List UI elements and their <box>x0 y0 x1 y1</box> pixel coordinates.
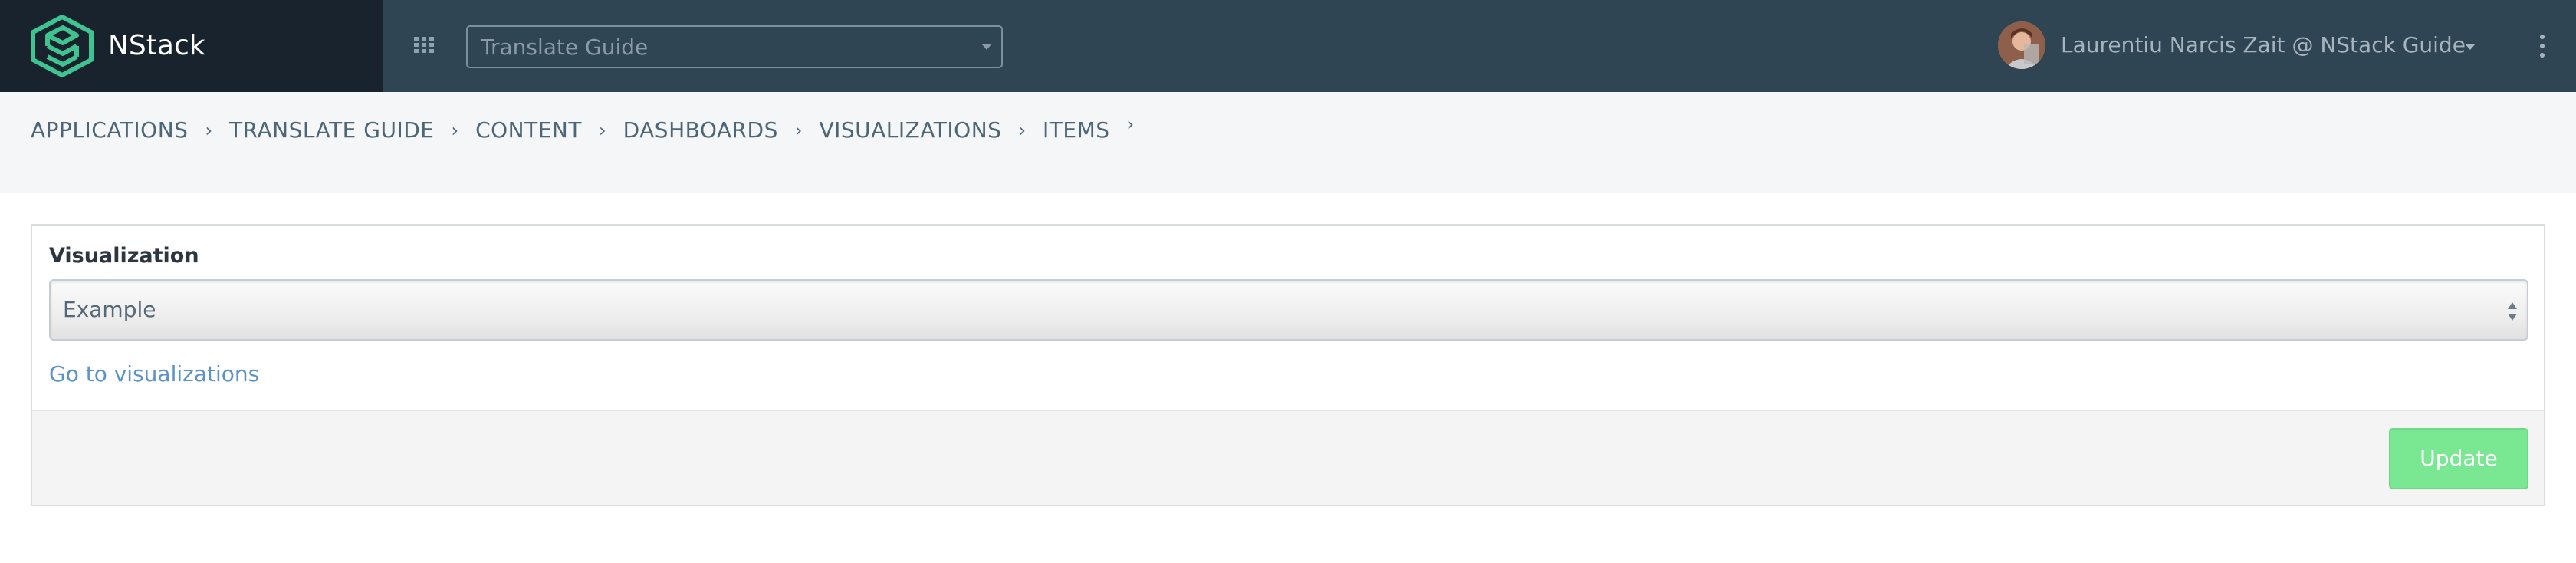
avatar-image <box>1998 21 2045 69</box>
breadcrumb-content[interactable]: CONTENT <box>475 115 582 146</box>
application-selector[interactable]: Translate Guide <box>466 25 1003 68</box>
visualization-form-panel: Visualization Example Go to visualizatio… <box>31 224 2545 506</box>
form-footer: Update <box>32 410 2544 505</box>
breadcrumb-items[interactable]: ITEMS <box>1043 115 1109 146</box>
breadcrumb: APPLICATIONS › TRANSLATE GUIDE › CONTENT… <box>31 114 1151 146</box>
avatar <box>1998 21 2045 69</box>
breadcrumb-separator: › <box>1018 120 1027 141</box>
breadcrumb-separator: › <box>1126 114 1135 135</box>
breadcrumb-separator: › <box>598 120 606 141</box>
top-navbar: NStack Translate Guide Laurentiu Narcis … <box>0 0 2576 92</box>
go-to-visualizations-link[interactable]: Go to visualizations <box>49 361 259 388</box>
select-arrows-icon <box>2508 302 2517 321</box>
visualization-select[interactable]: Example <box>49 279 2528 341</box>
breadcrumb-translate-guide[interactable]: TRANSLATE GUIDE <box>229 115 434 146</box>
user-menu[interactable]: Laurentiu Narcis Zait @ NStack Guide <box>1998 20 2481 72</box>
user-name: Laurentiu Narcis Zait @ NStack Guide <box>2061 32 2466 58</box>
brand[interactable]: NStack <box>0 0 383 92</box>
kebab-icon[interactable] <box>2538 32 2547 60</box>
breadcrumb-separator: › <box>794 120 803 141</box>
breadcrumb-separator: › <box>451 120 459 141</box>
breadcrumb-dashboards[interactable]: DASHBOARDS <box>623 115 778 146</box>
visualization-select-value: Example <box>63 297 156 322</box>
caret-down-icon <box>2465 44 2476 50</box>
breadcrumb-applications[interactable]: APPLICATIONS <box>31 115 188 146</box>
visualization-field-label: Visualization <box>49 244 199 268</box>
brand-name: NStack <box>108 30 205 61</box>
update-button[interactable]: Update <box>2389 428 2528 489</box>
grid-icon[interactable] <box>412 34 435 57</box>
caret-down-icon <box>981 44 992 50</box>
application-selector-value: Translate Guide <box>481 35 649 60</box>
breadcrumb-separator: › <box>205 120 213 141</box>
breadcrumb-visualizations[interactable]: VISUALIZATIONS <box>819 115 1001 146</box>
nstack-logo-icon <box>31 15 94 77</box>
